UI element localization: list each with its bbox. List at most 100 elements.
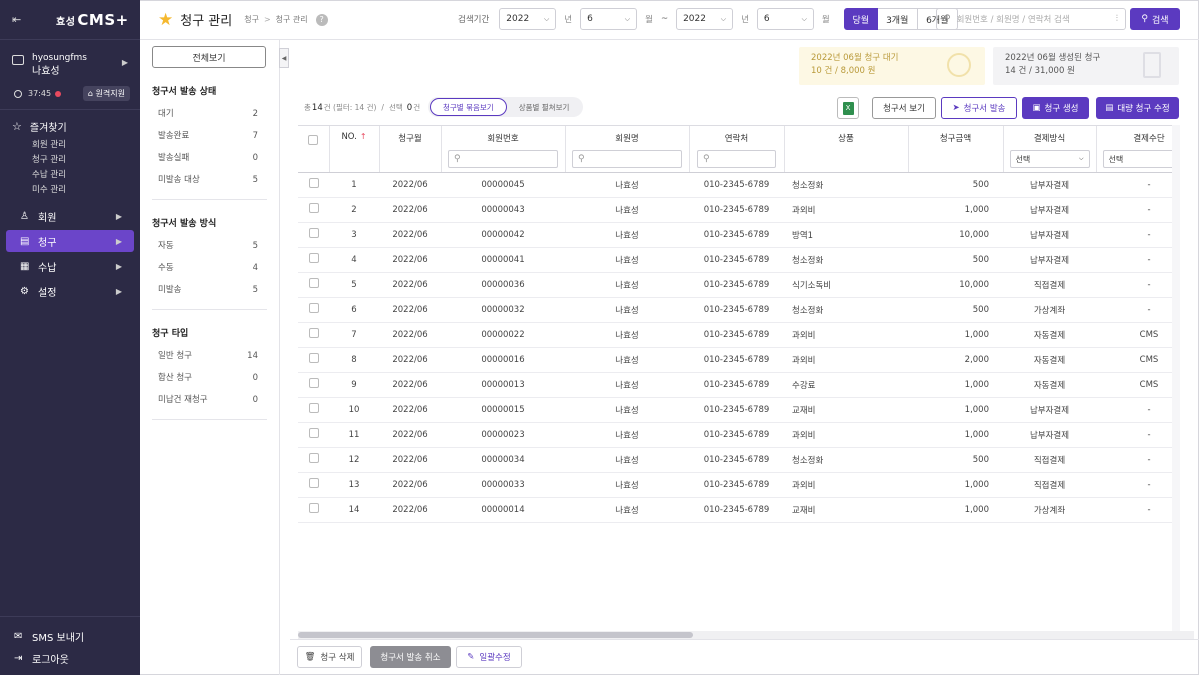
remote-support-button[interactable]: ⌂ 원격지원 [82,86,130,101]
logout-button[interactable]: ⇥ 로그아웃 [0,647,140,669]
panel-collapse-icon[interactable]: ◀ [279,48,289,68]
row-checkbox[interactable] [308,253,319,263]
table-row[interactable]: 1 2022/06 00000045 나효성 010-2345-6789 청소정화 500 납… [298,172,1172,198]
filter-item[interactable]: 발송실패 0 [152,147,266,169]
row-checkbox[interactable] [308,378,319,388]
row-pay-means: - [1096,247,1172,273]
row-no: 7 [329,322,379,348]
filter-item[interactable]: 미납건 재청구 0 [152,389,266,411]
filter-sliders-icon[interactable]: ⫶ [1116,14,1118,24]
user-box[interactable]: hyosungfms 나효성 ▶ [0,40,140,84]
row-checkbox[interactable] [308,328,319,338]
cancel-send-button[interactable]: 청구서 발송 취소 [370,646,451,668]
to-year-select[interactable]: 2022 ⌵ [676,8,734,30]
sms-send-button[interactable]: ✉ SMS 보내기 [0,625,140,647]
batch-edit-label: 일괄수정 [479,653,511,663]
range-current-month[interactable]: 당월 [843,8,878,30]
member-no-filter-input[interactable]: ⚲ [448,150,558,168]
table-row[interactable]: 3 2022/06 00000042 나효성 010-2345-6789 방역1 10,00… [298,222,1172,248]
row-amount: 1,000 [908,497,1003,523]
create-bill-button[interactable]: ▣ 청구 생성 [1022,97,1089,119]
filter-item[interactable]: 대기 2 [152,103,266,125]
menu-collapse-icon[interactable]: ⇤ [12,13,26,26]
row-checkbox[interactable] [308,353,319,363]
nav-item-payment[interactable]: ▦ 수납 ▶ [6,255,134,277]
breadcrumb-item[interactable]: 청구 [244,14,259,25]
range-3-months[interactable]: 3개월 [877,8,918,30]
filter-item-label: 미발송 [158,285,182,295]
table-row[interactable]: 10 2022/06 00000015 나효성 010-2345-6789 교재비 1,00… [298,397,1172,423]
header-no[interactable]: NO. ↑ [329,126,380,173]
help-icon[interactable]: ? [315,13,328,26]
row-checkbox[interactable] [308,303,319,313]
row-checkbox[interactable] [308,428,319,438]
member-name-filter-input[interactable]: ⚲ [572,150,682,168]
filter-item[interactable]: 합산 청구 0 [152,367,266,389]
select-all-checkbox[interactable] [308,135,319,145]
table-row[interactable]: 2 2022/06 00000043 나효성 010-2345-6789 과외비 1,000… [298,197,1172,223]
scrollbar-thumb[interactable] [298,632,693,638]
row-amount: 10,000 [908,272,1003,298]
filter-item[interactable]: 미발송 대상 5 [152,169,266,191]
excel-download-button[interactable]: X [837,97,859,119]
table-row[interactable]: 5 2022/06 00000036 나효성 010-2345-6789 식기소독비 10,… [298,272,1172,298]
view-by-product-tab[interactable]: 상품별 펼쳐보기 [507,98,582,116]
table-row[interactable]: 4 2022/06 00000041 나효성 010-2345-6789 청소정화 500 납… [298,247,1172,273]
table-row[interactable]: 8 2022/06 00000016 나효성 010-2345-6789 과외비 2,000… [298,347,1172,373]
row-member-no: 00000023 [441,422,565,448]
row-checkbox[interactable] [308,178,319,188]
batch-edit-button[interactable]: ✎ 일괄수정 [456,646,522,668]
favorite-item-member[interactable]: 회원 관리 [12,138,128,153]
table-row[interactable]: 12 2022/06 00000034 나효성 010-2345-6789 청소정화 500… [298,447,1172,473]
filter-item[interactable]: 일반 청구 14 [152,345,266,367]
favorite-item-payment[interactable]: 수납 관리 [12,168,128,183]
nav-item-billing[interactable]: ▤ 청구 ▶ [6,230,134,252]
view-all-button[interactable]: 전체보기 [152,46,266,68]
contact-filter-input[interactable]: ⚲ [697,150,776,168]
row-contact: 010-2345-6789 [689,397,784,423]
star-filled-icon[interactable]: ★ [158,10,173,30]
pay-method-filter-select[interactable]: 선택 ⌵ [1009,150,1090,168]
filter-item[interactable]: 자동 5 [152,235,266,257]
filter-item[interactable]: 발송완료 7 [152,125,266,147]
delete-bill-button[interactable]: 🗑 청구 삭제 [297,646,362,668]
bulk-edit-icon: ▤ [1105,103,1114,113]
filter-group-title: 청구 타입 [152,329,189,339]
view-invoice-button[interactable]: 청구서 보기 [872,97,936,119]
row-member-no: 00000013 [441,372,565,398]
bulk-edit-button[interactable]: ▤ 대량 청구 수정 [1096,97,1179,119]
row-checkbox[interactable] [308,278,319,288]
breadcrumb-item[interactable]: 청구 관리 [276,14,308,25]
row-checkbox[interactable] [308,403,319,413]
table-row[interactable]: 14 2022/06 00000014 나효성 010-2345-6789 교재비 1,00… [298,497,1172,523]
row-checkbox[interactable] [308,228,319,238]
horizontal-scrollbar[interactable] [298,631,1194,639]
row-checkbox[interactable] [308,203,319,213]
row-select-cell [298,497,329,523]
nav-item-member[interactable]: ♙ 회원 ▶ [6,205,134,227]
logo[interactable]: 효성 CMS+ [56,11,129,29]
vertical-scrollbar[interactable] [1172,125,1180,637]
favorite-item-billing[interactable]: 청구 관리 [12,153,128,168]
row-select-cell [298,447,329,473]
from-year-select[interactable]: 2022 ⌵ [499,8,557,30]
favorite-item-unpaid[interactable]: 미수 관리 [12,183,128,198]
nav-item-settings[interactable]: ⚙ 설정 ▶ [6,280,134,302]
search-input[interactable]: ⚲ 회원번호 / 회원명 / 연락처 검색 ⫶ [936,8,1126,30]
filter-item[interactable]: 미발송 5 [152,279,266,301]
table-row[interactable]: 7 2022/06 00000022 나효성 010-2345-6789 과외비 1,000… [298,322,1172,348]
pay-means-filter-select[interactable]: 선택⌵ [1102,150,1172,168]
row-checkbox[interactable] [308,478,319,488]
view-by-bill-tab[interactable]: 청구별 묶음보기 [430,98,507,116]
table-row[interactable]: 6 2022/06 00000032 나효성 010-2345-6789 청소정화 500 가… [298,297,1172,323]
table-row[interactable]: 11 2022/06 00000023 나효성 010-2345-6789 과외비 1,00… [298,422,1172,448]
to-month-select[interactable]: 6 ⌵ [756,8,814,30]
row-checkbox[interactable] [308,453,319,463]
from-month-select[interactable]: 6 ⌵ [580,8,638,30]
filter-item[interactable]: 수동 4 [152,257,266,279]
table-row[interactable]: 9 2022/06 00000013 나효성 010-2345-6789 수강료 1,000… [298,372,1172,398]
table-row[interactable]: 13 2022/06 00000033 나효성 010-2345-6789 과외비 1,00… [298,472,1172,498]
search-button[interactable]: ⚲ 검색 [1130,8,1180,30]
send-invoice-button[interactable]: ➤ 청구서 발송 [941,97,1017,119]
row-checkbox[interactable] [308,503,319,513]
